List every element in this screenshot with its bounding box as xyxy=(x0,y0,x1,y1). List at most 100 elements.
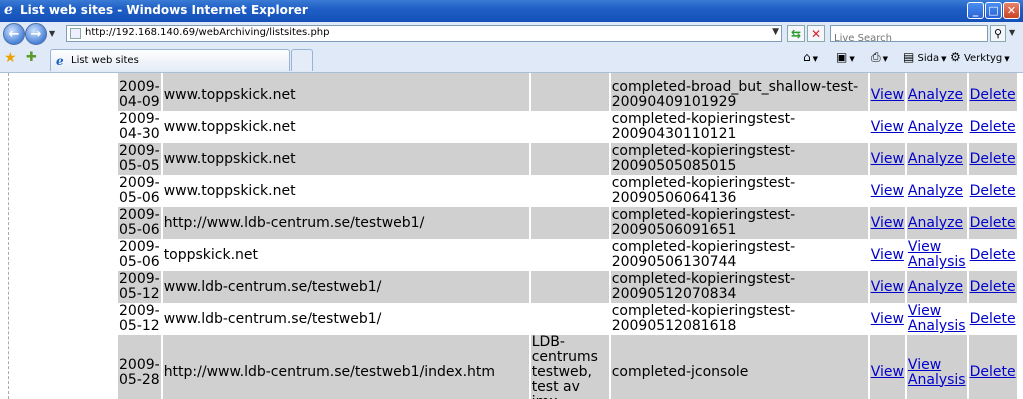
view-link[interactable]: View xyxy=(871,183,904,199)
url-cell: www.ldb-centrum.se/testweb1/ xyxy=(162,271,529,303)
analyze-link[interactable]: Analyze xyxy=(908,119,963,135)
address-dropdown-icon[interactable]: ▼ xyxy=(772,27,779,37)
history-dropdown-icon[interactable]: ▼ xyxy=(49,29,55,38)
tools-menu[interactable]: ⚙ Verktyg ▼ xyxy=(950,50,1010,64)
table-row: 2009- 05-12 www.ldb-centrum.se/testweb1/ … xyxy=(118,271,1017,303)
tab-ie-icon: e xyxy=(56,54,64,68)
view-analysis-link[interactable]: View Analysis xyxy=(908,303,966,334)
crawl-cell: completed-kopieringstest- 20090506064136 xyxy=(610,175,868,207)
url-cell: www.toppskick.net xyxy=(162,79,529,111)
maximize-button[interactable]: □ xyxy=(985,2,1002,19)
url-cell: www.toppskick.net xyxy=(162,111,529,143)
search-button[interactable]: ⚲ xyxy=(990,25,1006,42)
new-tab-button[interactable] xyxy=(291,49,313,71)
view-link[interactable]: View xyxy=(871,279,904,295)
delete-link[interactable]: Delete xyxy=(970,215,1016,231)
description-cell xyxy=(530,271,609,303)
table-row: 2009- 05-06 http://www.ldb-centrum.se/tes… xyxy=(118,207,1017,239)
url-cell: toppskick.net xyxy=(162,239,529,271)
date-cell: 2009- 05-06 xyxy=(118,239,161,271)
address-url[interactable]: http://192.168.140.69/webArchiving/lists… xyxy=(85,27,329,38)
date-cell: 2009- 05-06 xyxy=(118,207,161,239)
view-link[interactable]: View xyxy=(871,87,904,103)
date-cell: 2009- 05-12 xyxy=(118,271,161,303)
home-button[interactable]: ⌂ ▼ xyxy=(803,50,818,64)
refresh-button[interactable]: ⇆ xyxy=(787,25,805,42)
analyze-link[interactable]: Analyze xyxy=(908,151,963,167)
delete-link[interactable]: Delete xyxy=(970,247,1016,263)
delete-link[interactable]: Delete xyxy=(970,311,1016,327)
table-row: 2009- 04-09 www.toppskick.net completed-b… xyxy=(118,79,1017,111)
view-analysis-link[interactable]: View Analysis xyxy=(908,239,966,270)
search-input[interactable] xyxy=(831,30,987,47)
forward-button[interactable]: → xyxy=(25,23,47,45)
date-cell: 2009- 05-12 xyxy=(118,303,161,335)
url-cell: www.toppskick.net xyxy=(162,175,529,207)
description-cell xyxy=(530,79,609,111)
feeds-button[interactable]: ▣ ▼ xyxy=(836,50,855,64)
page-icon: ▤ xyxy=(903,50,915,64)
crawl-cell: completed-kopieringstest- 20090506091651 xyxy=(610,207,868,239)
view-analysis-link[interactable]: View Analysis xyxy=(908,357,966,388)
description-cell: LDB-centrumstestweb,test av jmx xyxy=(530,335,609,399)
view-link[interactable]: View xyxy=(871,311,904,327)
view-link[interactable]: View xyxy=(871,119,904,135)
rss-icon: ▣ xyxy=(836,50,848,64)
description-cell xyxy=(530,175,609,207)
page-content: 20090409090841 2009-04-09 www.toppskick.… xyxy=(0,73,1023,399)
add-favorite-icon[interactable]: ✚ xyxy=(26,50,37,65)
favorites-star-icon[interactable]: ★ xyxy=(4,50,17,66)
refresh-icon: ⇆ xyxy=(790,27,802,41)
table-row: 2009- 04-30 www.toppskick.net completed-k… xyxy=(118,111,1017,143)
table-row: 2009- 05-28 http://www.ldb-centrum.se/tes… xyxy=(118,335,1017,399)
delete-link[interactable]: Delete xyxy=(970,151,1016,167)
date-cell: 2009- 04-09 xyxy=(118,79,161,111)
tab-list-web-sites[interactable]: e List web sites xyxy=(50,49,290,71)
description-cell xyxy=(530,303,609,335)
delete-link[interactable]: Delete xyxy=(970,119,1016,135)
minimize-button[interactable]: _ xyxy=(967,2,984,19)
ie-logo-icon: e xyxy=(4,2,13,18)
table-row: 2009- 05-06 www.toppskick.net completed-k… xyxy=(118,175,1017,207)
date-cell: 2009- 05-06 xyxy=(118,175,161,207)
page-menu[interactable]: ▤ Sida ▼ xyxy=(903,50,947,64)
address-toolbar: ← → ▼ http://192.168.140.69/webArchiving… xyxy=(0,22,1023,47)
address-field[interactable]: http://192.168.140.69/webArchiving/lists… xyxy=(66,25,782,42)
date-cell: 2009- 05-05 xyxy=(118,143,161,175)
page-border-left xyxy=(8,73,9,399)
close-button[interactable]: ✕ xyxy=(1003,2,1020,19)
description-cell xyxy=(530,111,609,143)
analyze-link[interactable]: Analyze xyxy=(908,183,963,199)
title-bar: e List web sites - Windows Internet Expl… xyxy=(0,0,1023,22)
url-cell: www.ldb-centrum.se/testweb1/ xyxy=(162,303,529,335)
delete-link[interactable]: Delete xyxy=(970,87,1016,103)
search-options-icon[interactable]: ▼ xyxy=(1009,28,1015,37)
analyze-link[interactable]: Analyze xyxy=(908,87,963,103)
delete-link[interactable]: Delete xyxy=(970,364,1016,380)
page-icon xyxy=(70,28,81,39)
crawl-cell: completed-kopieringstest- 20090505085015 xyxy=(610,143,868,175)
delete-link[interactable]: Delete xyxy=(970,183,1016,199)
description-cell xyxy=(530,239,609,271)
stop-button[interactable]: ✕ xyxy=(807,25,825,42)
delete-link[interactable]: Delete xyxy=(970,279,1016,295)
view-link[interactable]: View xyxy=(871,151,904,167)
analyze-link[interactable]: Analyze xyxy=(908,215,963,231)
view-link[interactable]: View xyxy=(871,364,904,380)
view-link[interactable]: View xyxy=(871,247,904,263)
back-button[interactable]: ← xyxy=(3,23,25,45)
back-arrow-icon: ← xyxy=(8,27,20,42)
tab-label: List web sites xyxy=(71,55,139,66)
description-cell xyxy=(530,207,609,239)
crawl-cell: completed-broad_but_shallow-test- 2009040… xyxy=(610,79,868,111)
window-title: List web sites - Windows Internet Explor… xyxy=(20,3,308,17)
table-row: 2009- 05-06 toppskick.net completed-kopie… xyxy=(118,239,1017,271)
url-cell: http://www.ldb-centrum.se/testweb1/index… xyxy=(162,335,529,399)
search-box[interactable] xyxy=(830,25,988,47)
crawl-cell: completed-kopieringstest- 20090512070834 xyxy=(610,271,868,303)
view-link[interactable]: View xyxy=(871,215,904,231)
crawl-cell: completed-kopieringstest- 20090430110121 xyxy=(610,111,868,143)
print-button[interactable]: ⎙ ▼ xyxy=(871,50,888,65)
crawl-cell: completed-kopieringstest- 20090506130744 xyxy=(610,239,868,271)
analyze-link[interactable]: Analyze xyxy=(908,279,963,295)
